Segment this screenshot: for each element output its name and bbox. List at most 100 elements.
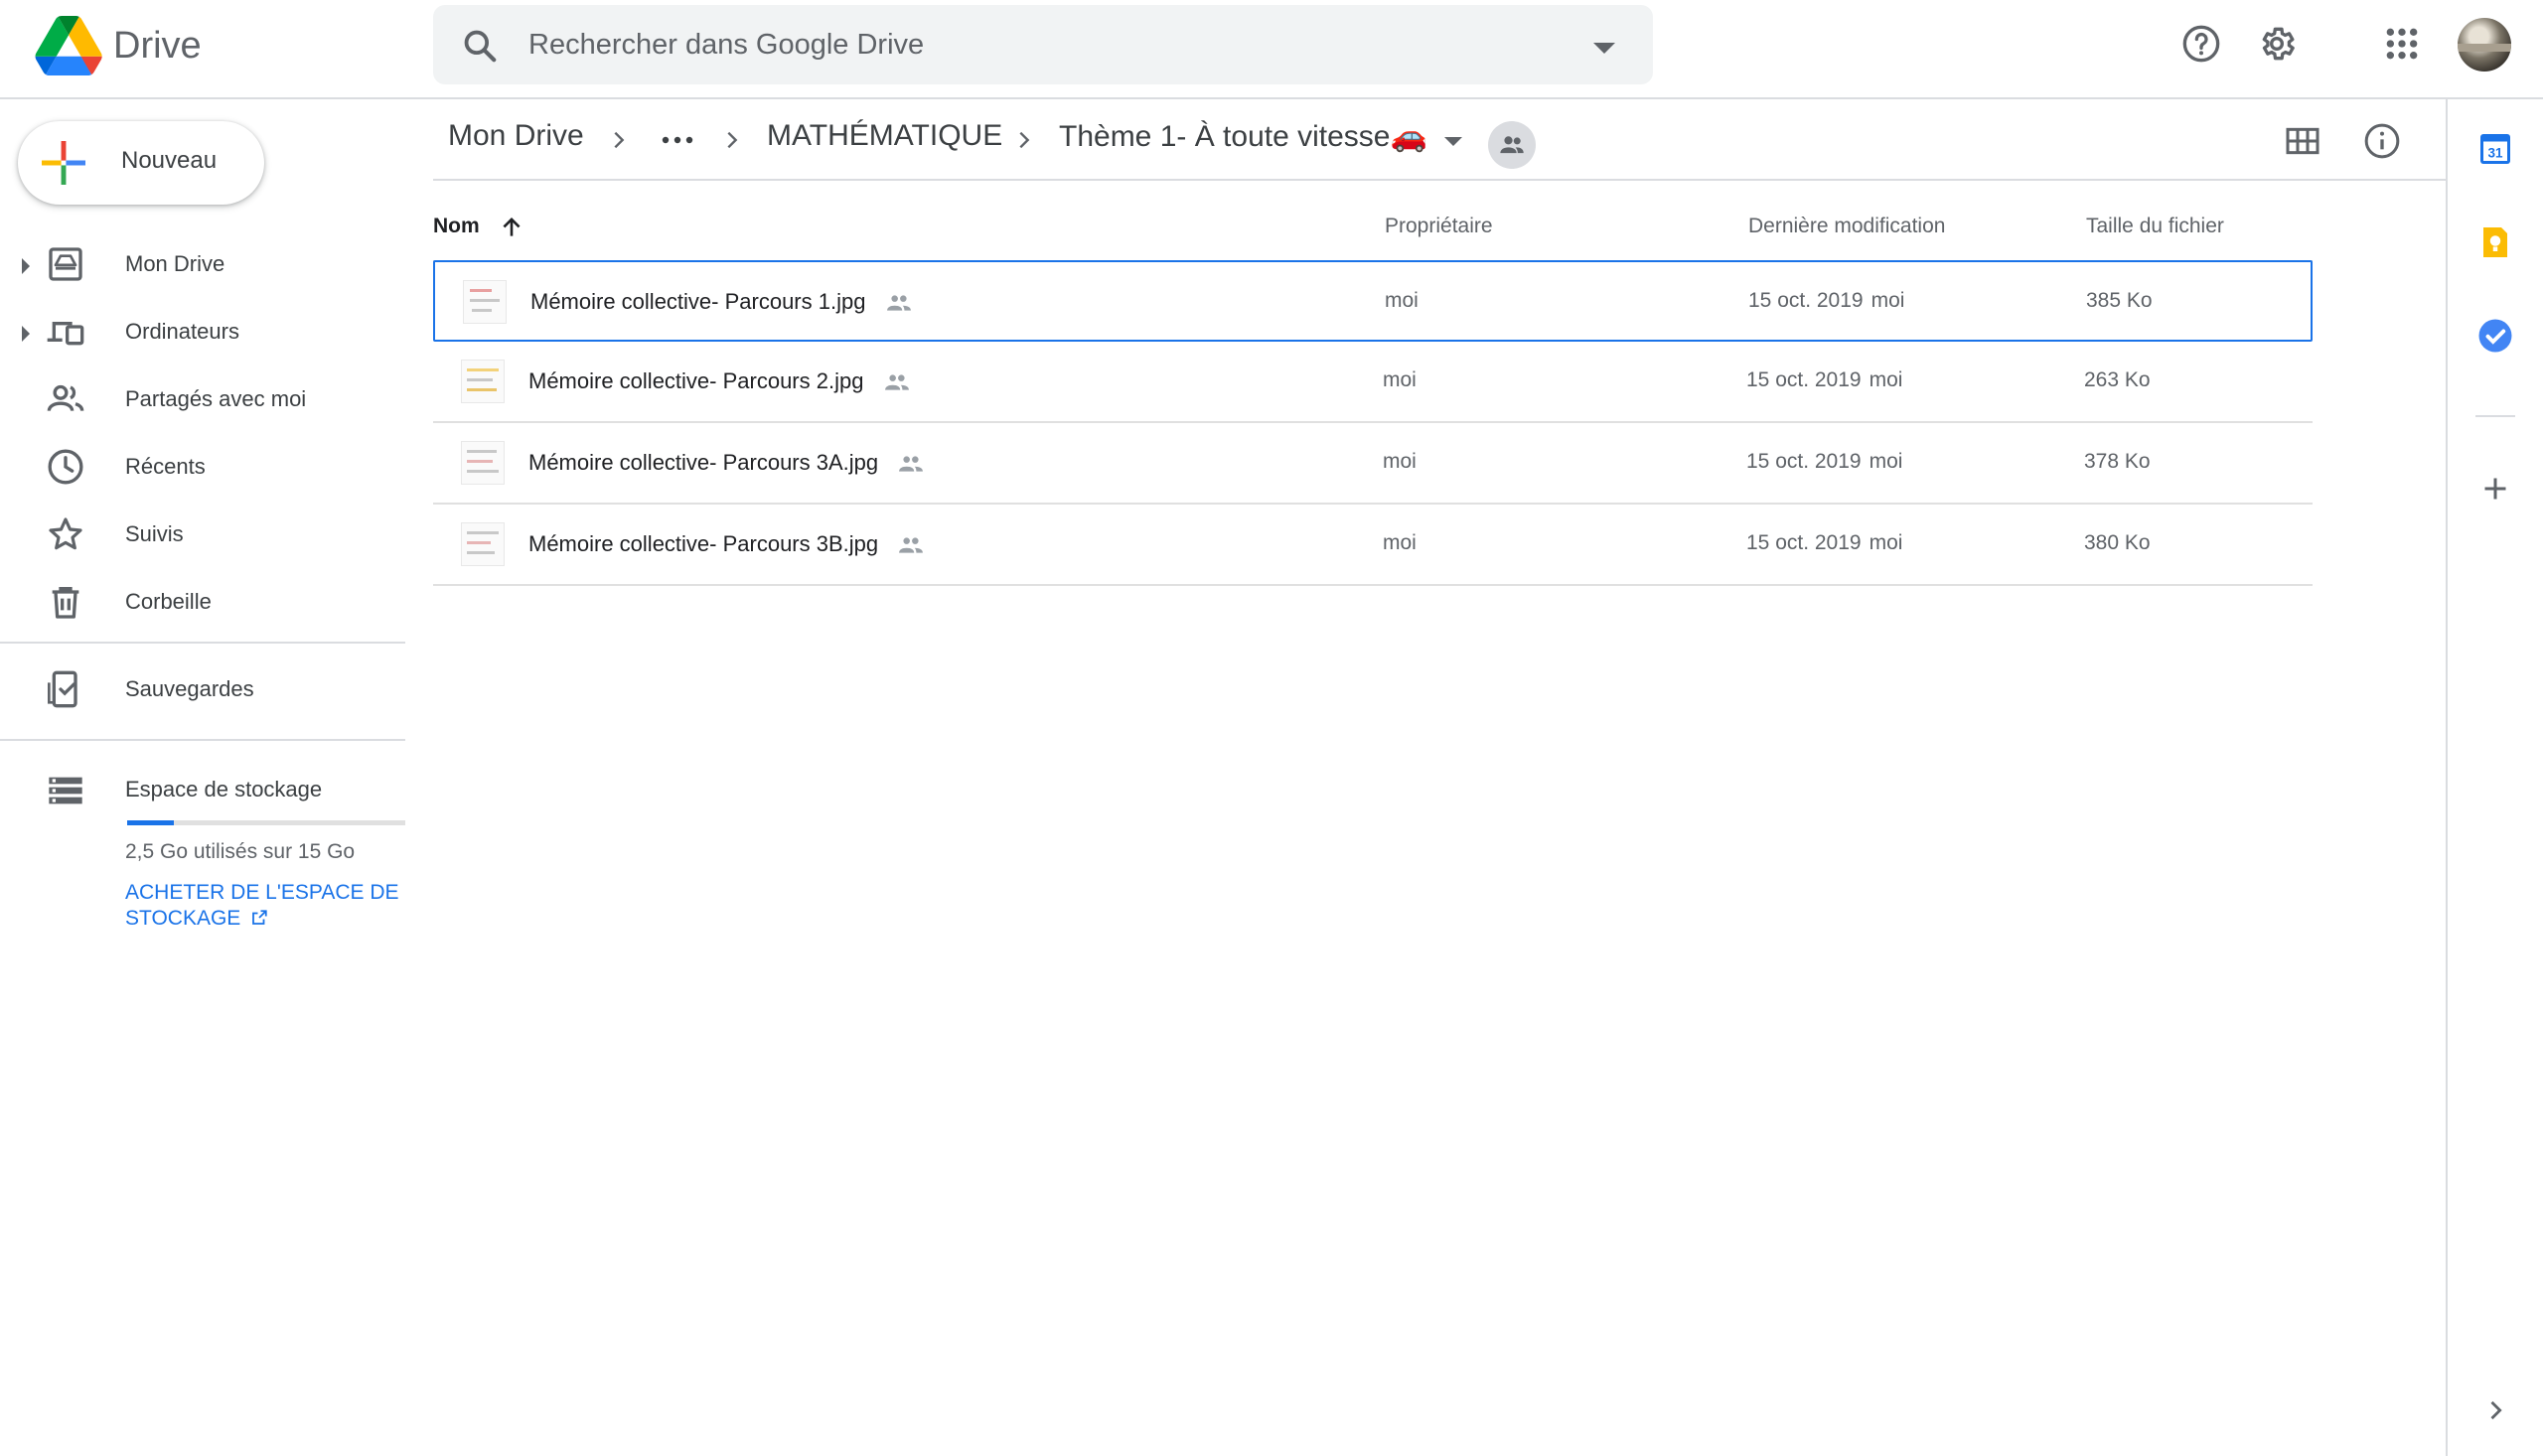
people-icon <box>1500 136 1524 154</box>
image-thumbnail <box>463 280 507 324</box>
expand-arrow-icon[interactable] <box>22 258 30 274</box>
file-row[interactable]: Mémoire collective- Parcours 1.jpg moi 1… <box>433 260 2313 342</box>
plus-icon <box>42 141 85 185</box>
clock-icon <box>48 449 83 485</box>
backups-icon <box>48 670 77 708</box>
storage-progress-fill <box>127 820 174 825</box>
search-bar[interactable] <box>433 5 1653 84</box>
image-thumbnail <box>461 522 505 566</box>
column-header-name[interactable]: Nom <box>433 215 480 238</box>
breadcrumb-my-drive[interactable]: Mon Drive <box>448 119 584 153</box>
shared-people-icon <box>887 295 911 311</box>
sidebar-item-computers[interactable]: Ordinateurs <box>0 298 405 365</box>
file-name: Mémoire collective- Parcours 2.jpg <box>528 368 864 393</box>
chevron-right-icon <box>614 131 625 149</box>
sidebar-item-label: Récents <box>125 454 206 479</box>
drive-logo-icon[interactable] <box>34 16 103 75</box>
breadcrumb: Mon Drive MATHÉMATIQUE Thème 1- À toute … <box>433 99 2446 181</box>
file-modified: 15 oct. 2019 moi <box>1746 450 1902 474</box>
calendar-icon[interactable]: 31 <box>2477 131 2513 167</box>
shared-people-icon <box>899 456 923 472</box>
file-modified-by: moi <box>1870 289 1905 312</box>
file-owner: moi <box>1383 450 1417 473</box>
file-owner: moi <box>1383 531 1417 554</box>
grid-view-icon[interactable] <box>2283 121 2322 161</box>
sidebar-item-label: Corbeille <box>125 589 212 614</box>
file-modified-by: moi <box>1869 368 1903 391</box>
shared-folder-badge[interactable] <box>1488 121 1536 169</box>
file-name: Mémoire collective- Parcours 3A.jpg <box>528 450 879 475</box>
storage-icon <box>49 777 82 804</box>
storage-progress-bar <box>127 820 405 825</box>
help-icon[interactable] <box>2181 24 2221 64</box>
file-modified: 15 oct. 2019 moi <box>1746 368 1902 392</box>
top-bar: Drive <box>0 0 2543 99</box>
info-icon[interactable] <box>2362 121 2402 161</box>
sidebar-item-trash[interactable]: Corbeille <box>0 568 405 636</box>
file-name: Mémoire collective- Parcours 3B.jpg <box>528 531 879 556</box>
sidebar-item-label: Ordinateurs <box>125 319 239 344</box>
file-name: Mémoire collective- Parcours 1.jpg <box>530 289 866 314</box>
column-header-size[interactable]: Taille du fichier <box>2086 215 2224 238</box>
sidebar-nav: Mon Drive Ordinateurs Partagés avec moi … <box>0 230 405 636</box>
file-owner: moi <box>1385 289 1419 312</box>
file-list: Nom Propriétaire Dernière modification T… <box>433 181 2313 586</box>
keep-icon[interactable] <box>2477 224 2513 260</box>
sort-ascending-arrow-icon[interactable] <box>499 215 524 240</box>
chevron-right-expand-icon[interactable] <box>2481 1396 2509 1424</box>
trash-icon <box>52 587 79 619</box>
sidebar-item-starred[interactable]: Suivis <box>0 501 405 568</box>
breadcrumb-current-folder[interactable]: Thème 1- À toute vitesse🚗 <box>1059 119 1427 154</box>
file-size: 378 Ko <box>2084 450 2151 473</box>
sidebar-item-label: Mon Drive <box>125 251 225 276</box>
sidebar-item-my-drive[interactable]: Mon Drive <box>0 230 405 298</box>
file-size: 263 Ko <box>2084 368 2151 391</box>
settings-gear-icon[interactable] <box>2257 24 2297 64</box>
file-modified: 15 oct. 2019 moi <box>1746 531 1902 555</box>
file-modified: 15 oct. 2019 moi <box>1748 289 1904 313</box>
expand-arrow-icon[interactable] <box>22 326 30 342</box>
app-title: Drive <box>113 25 202 67</box>
sidebar-item-label: Sauvegardes <box>125 676 254 701</box>
storage-label[interactable]: Espace de stockage <box>125 777 322 802</box>
side-panel: 31 <box>2446 99 2543 1456</box>
my-drive-icon <box>49 247 82 281</box>
breadcrumb-parent-folder[interactable]: MATHÉMATIQUE <box>767 119 1002 153</box>
chevron-right-icon <box>1019 131 1030 149</box>
file-row[interactable]: Mémoire collective- Parcours 2.jpg moi 1… <box>433 342 2313 423</box>
apps-grid-icon[interactable] <box>2382 24 2422 64</box>
sidebar-item-shared-with-me[interactable]: Partagés avec moi <box>0 365 405 433</box>
sidebar-item-recent[interactable]: Récents <box>0 433 405 501</box>
new-button[interactable]: Nouveau <box>18 121 264 205</box>
sidebar-item-backups[interactable]: Sauvegardes <box>0 655 405 723</box>
search-icon[interactable] <box>461 27 499 65</box>
file-modified-by: moi <box>1869 531 1903 554</box>
more-folders-icon[interactable] <box>660 129 695 151</box>
file-modified-date: 15 oct. 2019 <box>1746 531 1862 554</box>
add-addon-icon[interactable] <box>2477 471 2513 507</box>
sidebar-item-label: Partagés avec moi <box>125 386 307 411</box>
calendar-day: 31 <box>2487 145 2503 160</box>
new-button-label: Nouveau <box>121 147 218 174</box>
file-modified-date: 15 oct. 2019 <box>1748 289 1864 312</box>
computers-icon <box>47 322 84 346</box>
sidebar-divider <box>0 739 405 741</box>
storage-used-text: 2,5 Go utilisés sur 15 Go <box>125 840 356 863</box>
search-input[interactable] <box>528 21 1522 69</box>
buy-storage-link[interactable]: ACHETER DE L'ESPACE DE STOCKAGE <box>125 880 403 932</box>
image-thumbnail <box>461 360 505 403</box>
file-row[interactable]: Mémoire collective- Parcours 3A.jpg moi … <box>433 423 2313 505</box>
external-link-icon <box>252 910 267 925</box>
search-options-dropdown-icon[interactable] <box>1593 43 1615 54</box>
folder-menu-dropdown-icon[interactable] <box>1444 137 1462 146</box>
file-size: 380 Ko <box>2084 531 2151 554</box>
shared-people-icon <box>885 374 909 390</box>
star-icon <box>49 517 82 550</box>
sidebar-item-label: Suivis <box>125 521 184 546</box>
column-header-modified[interactable]: Dernière modification <box>1748 215 1945 238</box>
file-owner: moi <box>1383 368 1417 391</box>
file-row[interactable]: Mémoire collective- Parcours 3B.jpg moi … <box>433 505 2313 586</box>
account-avatar[interactable] <box>2458 18 2511 72</box>
column-header-owner[interactable]: Propriétaire <box>1385 215 1493 238</box>
tasks-icon[interactable] <box>2477 318 2513 354</box>
